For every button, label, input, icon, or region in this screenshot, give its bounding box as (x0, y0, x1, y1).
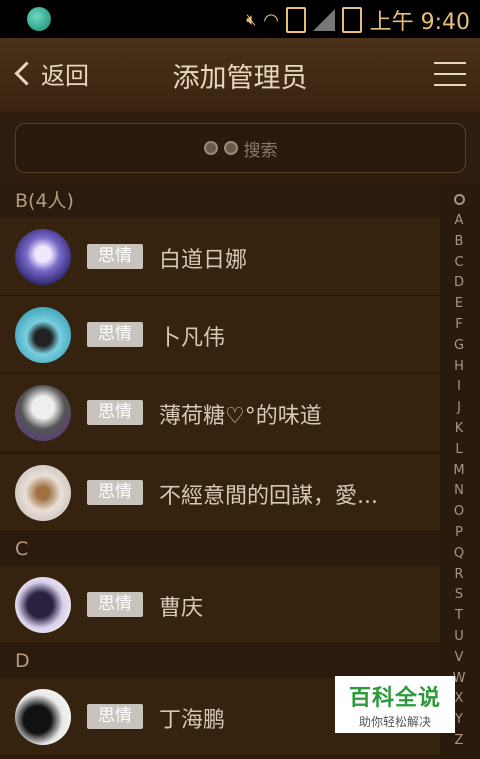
section-header-d: D (0, 644, 440, 678)
index-letter-s[interactable]: S (455, 585, 463, 606)
wifi-icon: ◠ (263, 9, 279, 31)
watermark-subtitle: 助你轻松解决 (358, 715, 431, 729)
watermark-title: 百科全说 (348, 686, 441, 711)
index-letter-u[interactable]: U (454, 627, 464, 648)
index-letter-k[interactable]: K (455, 419, 464, 440)
index-letter-o[interactable]: O (454, 502, 464, 523)
search-area: 搜索 (0, 112, 480, 184)
signal-icon (313, 9, 335, 31)
contact-name: 曹庆 (159, 596, 204, 621)
index-letter-x[interactable]: X (455, 689, 464, 710)
index-letter-e[interactable]: E (455, 294, 463, 315)
list-item[interactable]: 思情 不經意間的回謀，愛... (0, 454, 440, 532)
index-letter-r[interactable]: R (454, 565, 463, 586)
index-letter-a[interactable]: A (455, 211, 464, 232)
index-letter-j[interactable]: J (457, 398, 461, 419)
contact-name: 白道日娜 (159, 248, 248, 273)
search-input[interactable]: 搜索 (15, 123, 466, 173)
status-time: 上午 9:40 (369, 10, 470, 35)
app-icon (27, 7, 51, 31)
contact-name: 薄荷糖♡°的味道 (159, 404, 322, 429)
contact-name: 丁海鹏 (159, 708, 226, 733)
group-tag: 思情 (87, 480, 143, 505)
group-tag: 思情 (87, 322, 143, 347)
search-placeholder: 搜索 (243, 140, 278, 161)
index-letter-f[interactable]: F (455, 315, 462, 336)
index-letter-l[interactable]: L (455, 440, 462, 461)
alphabet-index[interactable]: ABCDEFGHIJKLMNOPQRSTUVWXYZ (447, 192, 471, 752)
avatar (15, 689, 71, 745)
menu-icon[interactable] (434, 62, 466, 88)
section-header-c: C (0, 532, 440, 566)
avatar (15, 385, 71, 441)
index-letter-t[interactable]: T (455, 606, 463, 627)
index-letter-c[interactable]: C (454, 253, 463, 274)
contact-name: 卜凡伟 (159, 326, 226, 351)
avatar (15, 465, 71, 521)
status-icons: 🔇︎ ◠ (246, 7, 362, 33)
mute-icon: 🔇︎ (246, 10, 257, 29)
page-title: 添加管理员 (172, 63, 308, 94)
watermark-logo: 百科全说 助你轻松解决 (335, 676, 455, 733)
index-letter-p[interactable]: P (455, 523, 463, 544)
index-letter-y[interactable]: Y (455, 710, 463, 731)
sim-unknown-icon (286, 7, 306, 33)
contact-name: 不經意間的回謀，愛... (159, 484, 378, 509)
avatar (15, 577, 71, 633)
group-tag: 思情 (87, 400, 143, 425)
index-letter-m[interactable]: M (453, 461, 464, 482)
list-item[interactable]: 思情 薄荷糖♡°的味道 (0, 374, 440, 452)
battery-icon (342, 7, 362, 33)
index-letter-d[interactable]: D (454, 273, 464, 294)
group-tag: 思情 (87, 704, 143, 729)
binoculars-icon (203, 139, 238, 157)
list-item[interactable]: 思情 卜凡伟 (0, 296, 440, 374)
index-letter-v[interactable]: V (455, 648, 464, 669)
index-letter-q[interactable]: Q (454, 544, 464, 565)
section-header-b: B(4人) (0, 184, 440, 218)
group-tag: 思情 (87, 244, 143, 269)
index-letter-z[interactable]: Z (455, 731, 464, 752)
list-item[interactable]: 思情 白道日娜 (0, 218, 440, 296)
index-letter-b[interactable]: B (455, 232, 464, 253)
index-letter-h[interactable]: H (454, 357, 464, 378)
header: 返回 添加管理员 (0, 38, 480, 113)
search-icon[interactable] (453, 194, 465, 205)
index-letter-i[interactable]: I (457, 377, 461, 398)
status-bar: 🔇︎ ◠ 上午 9:40 (0, 0, 480, 38)
avatar (15, 229, 71, 285)
list-item[interactable]: 思情 曹庆 (0, 566, 440, 644)
index-letter-n[interactable]: N (454, 481, 464, 502)
index-letter-g[interactable]: G (454, 336, 464, 357)
group-tag: 思情 (87, 592, 143, 617)
avatar (15, 307, 71, 363)
